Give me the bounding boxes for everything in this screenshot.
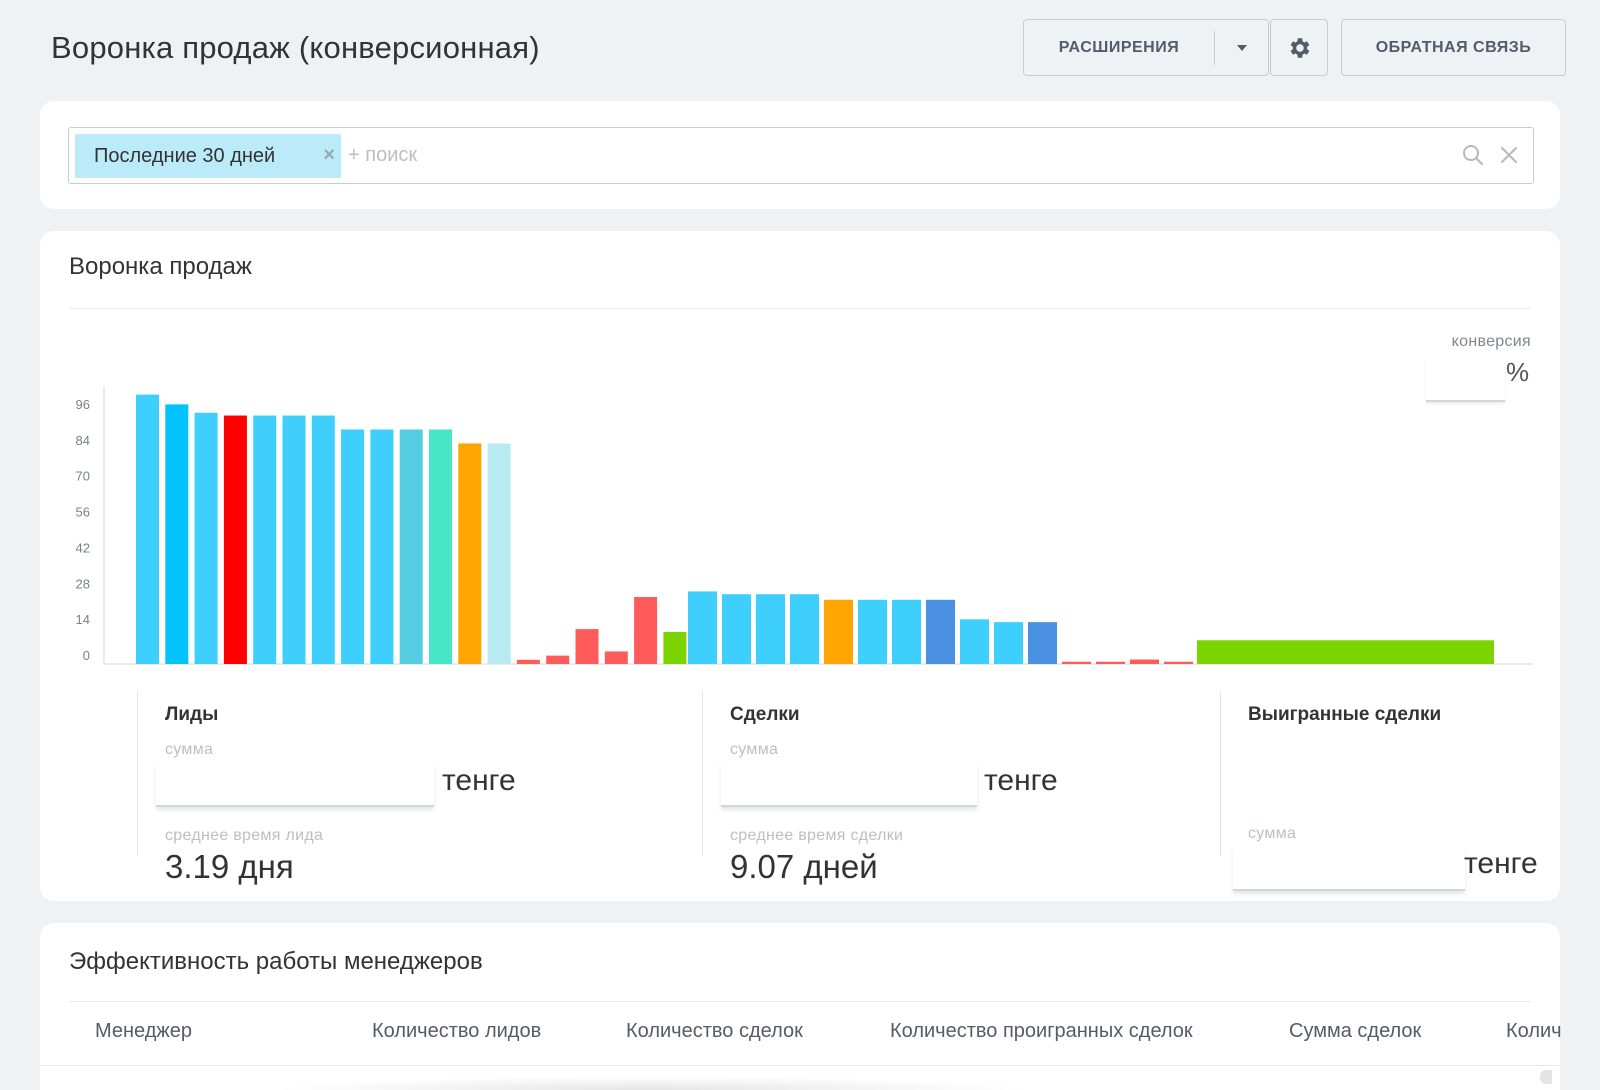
managers-efficiency-card: Эффективность работы менеджеров Менеджер… bbox=[40, 923, 1562, 1090]
funnel-bar[interactable] bbox=[926, 599, 955, 664]
extensions-dropdown-toggle[interactable] bbox=[1215, 44, 1268, 51]
funnel-bar[interactable] bbox=[824, 599, 853, 664]
funnel-bar[interactable] bbox=[282, 415, 306, 664]
leads-currency: тенге bbox=[442, 764, 516, 797]
deals-sum-label: сумма bbox=[730, 741, 779, 758]
deals-sum-input[interactable] bbox=[721, 763, 977, 807]
leads-avg-time-value: 3.19 дня bbox=[165, 848, 294, 885]
search-icon[interactable] bbox=[1462, 144, 1484, 166]
deals-stat-block: Сделки сумма тенге среднее время сделки … bbox=[702, 691, 1220, 885]
y-tick-label: 14 bbox=[76, 612, 90, 627]
col-header-leads-count[interactable]: Количество лидов bbox=[372, 1020, 541, 1043]
extensions-button-label: РАСШИРЕНИЯ bbox=[1058, 38, 1180, 56]
leads-stat-title: Лиды bbox=[165, 704, 219, 725]
funnel-chart: 96 84 70 56 42 28 14 0 bbox=[76, 386, 1533, 665]
y-tick-label: 42 bbox=[76, 540, 90, 555]
leads-avg-time-label: среднее время лида bbox=[165, 827, 324, 844]
funnel-bar[interactable] bbox=[1028, 622, 1057, 664]
funnel-bar[interactable] bbox=[604, 651, 628, 664]
funnel-bar[interactable] bbox=[1164, 661, 1193, 664]
funnel-bar[interactable] bbox=[546, 655, 570, 664]
page-title: Воронка продаж (конверсионная) bbox=[51, 30, 540, 65]
filter-chip-label: Последние 30 дней bbox=[94, 144, 276, 167]
funnel-bar[interactable] bbox=[311, 415, 335, 664]
funnel-bar[interactable] bbox=[1096, 661, 1125, 664]
feedback-button-label: ОБРАТНАЯ СВЯЗЬ bbox=[1375, 38, 1532, 56]
leads-sum-input[interactable] bbox=[156, 763, 434, 807]
funnel-bar[interactable] bbox=[253, 415, 277, 664]
funnel-bar[interactable] bbox=[223, 415, 247, 664]
chevron-down-icon bbox=[1236, 44, 1247, 51]
funnel-bar[interactable] bbox=[458, 443, 482, 664]
col-header-manager[interactable]: Менеджер bbox=[95, 1020, 192, 1043]
funnel-bar[interactable] bbox=[136, 394, 159, 664]
funnel-bar[interactable] bbox=[1062, 661, 1091, 664]
y-tick-label: 28 bbox=[76, 576, 90, 591]
funnel-bar[interactable] bbox=[1197, 640, 1494, 664]
feedback-button[interactable]: ОБРАТНАЯ СВЯЗЬ bbox=[1341, 19, 1566, 76]
won-deals-currency: тенге bbox=[1464, 847, 1538, 880]
won-deals-sum-label: сумма bbox=[1248, 825, 1297, 842]
funnel-bar[interactable] bbox=[575, 629, 599, 664]
deals-stat-title: Сделки bbox=[730, 704, 800, 725]
funnel-bar[interactable] bbox=[634, 597, 658, 664]
col-header-count-truncated[interactable]: Колич bbox=[1506, 1020, 1562, 1043]
extensions-button-group: РАСШИРЕНИЯ bbox=[1023, 19, 1269, 76]
sales-funnel-card: Воронка продаж конверсия % 96 84 70 56 42 28 1… bbox=[40, 231, 1560, 901]
settings-button[interactable] bbox=[1270, 19, 1328, 76]
table-header-divider bbox=[40, 1065, 1560, 1066]
gear-icon bbox=[1290, 37, 1310, 58]
won-deals-stat-block: Выигранные сделки сумма тенге bbox=[1220, 691, 1560, 891]
chip-remove-icon[interactable]: × bbox=[323, 144, 335, 167]
funnel-bar[interactable] bbox=[341, 429, 365, 665]
col-header-lost-deals-count[interactable]: Количество проигранных сделок bbox=[890, 1020, 1193, 1043]
extensions-button[interactable]: РАСШИРЕНИЯ bbox=[1023, 19, 1269, 76]
funnel-bar[interactable] bbox=[994, 622, 1023, 664]
y-tick-label: 84 bbox=[76, 433, 90, 448]
y-tick-label: 70 bbox=[76, 469, 90, 484]
won-deals-stat-title: Выигранные сделки bbox=[1248, 704, 1442, 725]
funnel-bar[interactable] bbox=[892, 599, 921, 664]
funnel-bar[interactable] bbox=[165, 404, 189, 664]
deals-currency: тенге bbox=[984, 764, 1058, 797]
managers-table-header: Менеджер Количество лидов Количество сде… bbox=[40, 1020, 1562, 1046]
close-icon[interactable] bbox=[1499, 145, 1519, 165]
search-input[interactable]: + поиск bbox=[348, 144, 417, 167]
funnel-bar[interactable] bbox=[399, 429, 423, 665]
funnel-bar[interactable] bbox=[960, 619, 989, 664]
funnel-bar[interactable] bbox=[194, 412, 218, 664]
divider bbox=[69, 1001, 1531, 1002]
funnel-bar[interactable] bbox=[790, 594, 819, 664]
table-row-shadow bbox=[270, 1076, 1030, 1090]
horizontal-scroll-handle[interactable] bbox=[1540, 1070, 1552, 1084]
leads-stat-block: Лиды сумма тенге среднее время лида 3.19… bbox=[137, 691, 702, 885]
won-deals-sum-input[interactable] bbox=[1233, 847, 1465, 891]
funnel-bar[interactable] bbox=[858, 599, 887, 664]
funnel-bar[interactable] bbox=[370, 429, 394, 665]
leads-sum-label: сумма bbox=[165, 741, 214, 758]
funnel-bar[interactable] bbox=[722, 594, 751, 664]
funnel-bar[interactable] bbox=[756, 594, 785, 664]
funnel-bar[interactable] bbox=[516, 659, 540, 664]
deals-avg-time-value: 9.07 дней bbox=[730, 848, 878, 885]
funnel-bar[interactable] bbox=[487, 443, 511, 664]
filter-card: Последние 30 дней × + поиск bbox=[40, 101, 1560, 209]
col-header-deals-sum[interactable]: Сумма сделок bbox=[1289, 1020, 1421, 1043]
col-header-deals-count[interactable]: Количество сделок bbox=[626, 1020, 803, 1043]
filter-chip[interactable]: Последние 30 дней × bbox=[75, 134, 341, 178]
deals-avg-time-label: среднее время сделки bbox=[730, 827, 904, 844]
filter-search-box[interactable]: Последние 30 дней × + поиск bbox=[68, 127, 1534, 184]
funnel-bar[interactable] bbox=[663, 631, 687, 664]
managers-title: Эффективность работы менеджеров bbox=[69, 948, 483, 975]
funnel-bar[interactable] bbox=[429, 429, 452, 665]
y-tick-label: 96 bbox=[76, 397, 90, 412]
funnel-bar[interactable] bbox=[1130, 659, 1159, 664]
y-tick-label: 56 bbox=[76, 505, 90, 520]
funnel-bar[interactable] bbox=[688, 591, 717, 664]
y-tick-label: 0 bbox=[83, 648, 90, 663]
